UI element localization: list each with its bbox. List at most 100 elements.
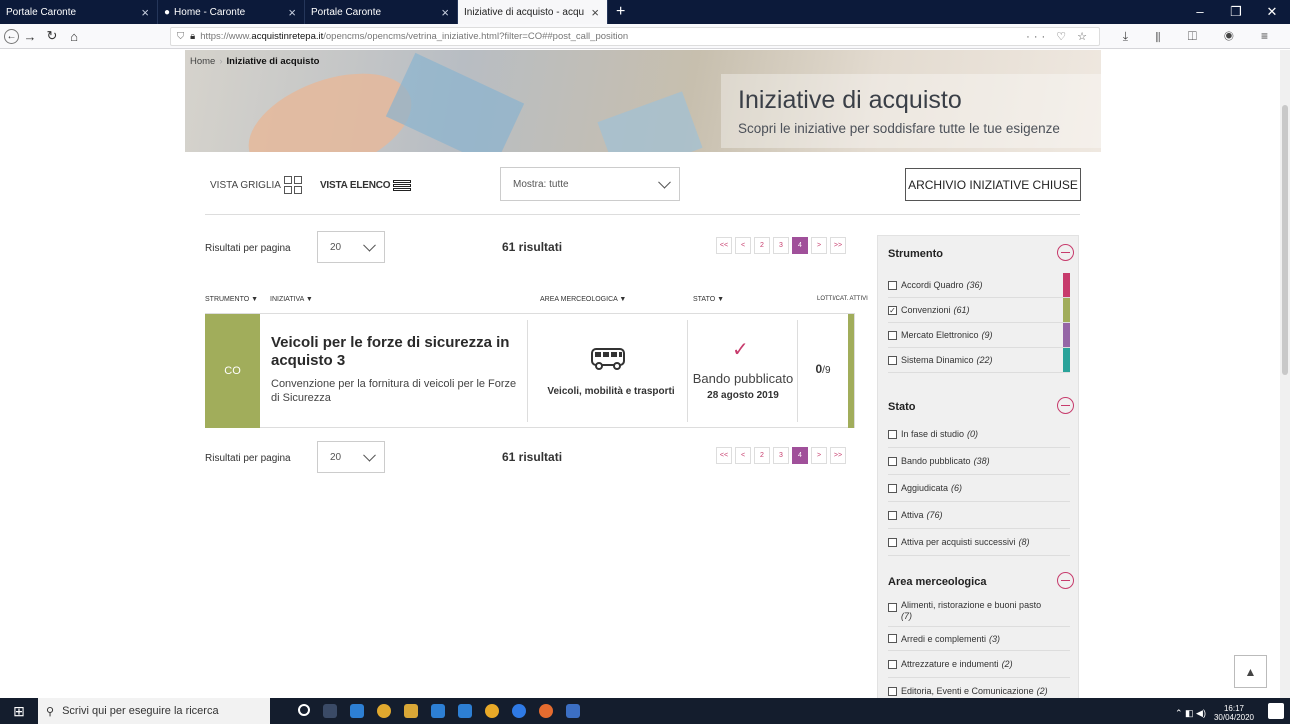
filter-label: Mercato Elettronico bbox=[901, 330, 979, 340]
checkbox[interactable] bbox=[888, 634, 897, 643]
filter-area-item[interactable]: Attrezzature e indumenti (2) bbox=[888, 651, 1070, 678]
collapse-icon[interactable] bbox=[1057, 397, 1074, 414]
checkbox[interactable] bbox=[888, 483, 897, 493]
chrome-dev-icon[interactable] bbox=[512, 704, 526, 718]
chrome-icon[interactable] bbox=[377, 704, 391, 718]
page-3-button[interactable]: 3 bbox=[773, 447, 789, 464]
filter-stato-item[interactable]: Attiva (76) bbox=[888, 502, 1070, 529]
checkbox[interactable] bbox=[888, 330, 897, 340]
prev-page-button[interactable]: < bbox=[735, 447, 751, 464]
checkbox[interactable] bbox=[888, 603, 897, 612]
checkbox-checked[interactable]: ✓ bbox=[888, 305, 897, 315]
checkbox[interactable] bbox=[888, 355, 897, 365]
first-page-button[interactable]: << bbox=[716, 447, 732, 464]
first-page-button[interactable]: << bbox=[716, 237, 732, 254]
checkbox[interactable] bbox=[888, 456, 897, 466]
collapse-icon[interactable] bbox=[1057, 244, 1074, 261]
page-2-button[interactable]: 2 bbox=[754, 237, 770, 254]
filter-sistema-dinamico[interactable]: Sistema Dinamico (22) bbox=[888, 348, 1070, 373]
new-tab-icon[interactable]: + bbox=[616, 3, 625, 21]
filter-area-item[interactable]: Alimenti, ristorazione e buoni pasto (7) bbox=[888, 597, 1070, 627]
breadcrumb-home[interactable]: Home bbox=[190, 56, 215, 67]
filter-label: Aggiudicata bbox=[901, 483, 949, 493]
mail-icon[interactable] bbox=[458, 704, 472, 718]
per-page-select-bottom[interactable]: 20 bbox=[317, 441, 385, 473]
page-4-button[interactable]: 4 bbox=[792, 447, 808, 464]
url-bar[interactable]: ⛉ 🔒︎ https://www. acquistinretepa.it/open… bbox=[170, 27, 1100, 46]
close-icon[interactable]: × bbox=[441, 5, 449, 20]
breadcrumb-current: Iniziative di acquisto bbox=[226, 56, 320, 67]
next-page-button[interactable]: > bbox=[811, 237, 827, 254]
last-page-button[interactable]: >> bbox=[830, 447, 846, 464]
scrollbar-thumb[interactable] bbox=[1282, 105, 1288, 375]
tab-portale-caronte-2[interactable]: Portale Caronte × bbox=[305, 0, 458, 24]
filter-mercato-elettronico[interactable]: Mercato Elettronico (9) bbox=[888, 323, 1070, 348]
col-area[interactable]: AREA MERCEOLOGICA ▼ bbox=[540, 296, 626, 303]
lotti-total: /9 bbox=[822, 365, 831, 376]
page-2-button[interactable]: 2 bbox=[754, 447, 770, 464]
page-3-button[interactable]: 3 bbox=[773, 237, 789, 254]
firefox-icon[interactable] bbox=[539, 704, 553, 718]
edge-icon[interactable] bbox=[350, 704, 364, 718]
checkbox[interactable] bbox=[888, 510, 897, 520]
clock[interactable]: 16:17 30/04/2020 bbox=[1214, 704, 1254, 722]
filter-stato-item[interactable]: Bando pubblicato (38) bbox=[888, 448, 1070, 475]
taskbar-search[interactable]: ⚲ Scrivi qui per eseguire la ricerca bbox=[38, 698, 270, 724]
forward-icon[interactable]: → bbox=[19, 29, 41, 44]
windows-start-icon[interactable]: ⊞ bbox=[0, 703, 38, 720]
app-icon[interactable] bbox=[566, 704, 580, 718]
prev-page-button[interactable]: < bbox=[735, 237, 751, 254]
notification-icon[interactable] bbox=[1268, 703, 1284, 719]
reload-icon[interactable]: ↻ bbox=[41, 28, 63, 44]
filter-accordi-quadro[interactable]: Accordi Quadro (36) bbox=[888, 273, 1070, 298]
filter-label: Editoria, Eventi e Comunicazione bbox=[901, 686, 1034, 696]
checkbox[interactable] bbox=[888, 659, 897, 669]
initiative-row[interactable]: CO Veicoli per le forze di sicurezza in … bbox=[205, 313, 855, 428]
initiative-title[interactable]: Veicoli per le forze di sicurezza in acq… bbox=[271, 334, 521, 370]
task-view-icon[interactable] bbox=[323, 704, 337, 718]
chrome-canary-icon[interactable] bbox=[485, 704, 499, 718]
tray-icons[interactable]: ⌃ ◧ ◀) bbox=[1175, 708, 1206, 719]
scroll-to-top-button[interactable]: ▲ bbox=[1234, 655, 1267, 688]
home-icon[interactable]: ⌂ bbox=[63, 29, 85, 44]
minimize-icon[interactable]: – bbox=[1182, 0, 1218, 24]
grid-view-button[interactable]: VISTA GRIGLIA bbox=[210, 176, 302, 194]
maximize-icon[interactable]: ❐ bbox=[1218, 0, 1254, 24]
filter-stato-item[interactable]: Attiva per acquisti successivi (8) bbox=[888, 529, 1070, 556]
tab-home-caronte[interactable]: ● Home - Caronte × bbox=[158, 0, 305, 24]
explorer-icon[interactable] bbox=[404, 704, 418, 718]
filter-convenzioni[interactable]: ✓ Convenzioni (61) bbox=[888, 298, 1070, 323]
filter-area-item[interactable]: Editoria, Eventi e Comunicazione (2) bbox=[888, 678, 1070, 698]
col-strumento[interactable]: STRUMENTO ▼ bbox=[205, 296, 258, 303]
archive-button[interactable]: ARCHIVIO INIZIATIVE CHIUSE bbox=[905, 168, 1081, 201]
col-stato[interactable]: STATO ▼ bbox=[693, 296, 724, 303]
close-icon[interactable]: × bbox=[288, 5, 296, 20]
close-icon[interactable]: × bbox=[141, 5, 149, 20]
close-window-icon[interactable]: ✕ bbox=[1254, 0, 1290, 24]
back-icon[interactable]: ← bbox=[4, 28, 19, 44]
list-view-button[interactable]: VISTA ELENCO bbox=[320, 179, 412, 192]
per-page-select[interactable]: 20 bbox=[317, 231, 385, 263]
checkbox[interactable] bbox=[888, 280, 897, 290]
toolbar-icons[interactable]: ⤓ ⫴ ◫ ◉ ≡ bbox=[1123, 29, 1280, 44]
tab-portale-caronte-1[interactable]: Portale Caronte × bbox=[0, 0, 158, 24]
page-actions-icon[interactable]: ··· ♡ ☆ bbox=[1026, 30, 1091, 43]
filter-stato-item[interactable]: Aggiudicata (6) bbox=[888, 475, 1070, 502]
store-icon[interactable] bbox=[431, 704, 445, 718]
close-icon[interactable]: × bbox=[591, 5, 599, 20]
last-page-button[interactable]: >> bbox=[830, 237, 846, 254]
checkbox[interactable] bbox=[888, 429, 897, 439]
page-4-button[interactable]: 4 bbox=[792, 237, 808, 254]
filter-area-item[interactable]: Arredi e complementi (3) bbox=[888, 627, 1070, 651]
cortana-icon[interactable] bbox=[298, 704, 310, 716]
initiative-area: Veicoli, mobilità e trasporti bbox=[547, 386, 675, 397]
tab-iniziative[interactable]: Iniziative di acquisto - acquistinrete × bbox=[458, 0, 608, 24]
filter-stato-item[interactable]: In fase di studio (0) bbox=[888, 421, 1070, 448]
col-iniziativa[interactable]: INIZIATIVA ▼ bbox=[270, 296, 313, 303]
checkbox[interactable] bbox=[888, 686, 897, 696]
show-filter-select[interactable]: Mostra: tutte bbox=[500, 167, 680, 201]
search-icon: ⚲ bbox=[46, 705, 55, 718]
next-page-button[interactable]: > bbox=[811, 447, 827, 464]
checkbox[interactable] bbox=[888, 537, 897, 547]
collapse-icon[interactable] bbox=[1057, 572, 1074, 589]
